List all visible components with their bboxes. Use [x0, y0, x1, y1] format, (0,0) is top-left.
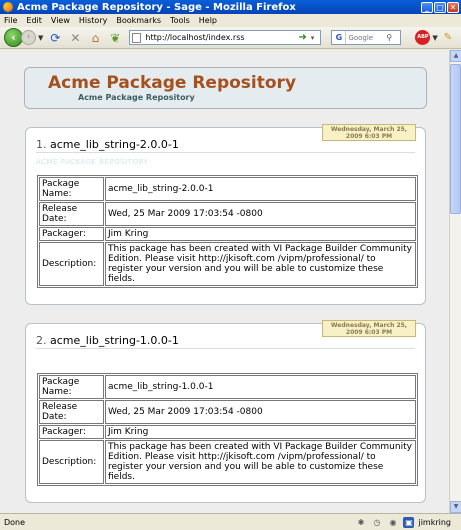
window-title: Acme Package Repository - Sage - Mozilla…: [17, 1, 296, 13]
entry-date-line1: Wednesday, March 25,: [330, 126, 408, 133]
adblock-dropdown-icon[interactable]: ▼: [432, 34, 437, 42]
entry-divider: [36, 348, 415, 349]
row-value: Wed, 25 Mar 2009 17:03:54 -0800: [105, 400, 416, 424]
menu-bookmarks[interactable]: Bookmarks: [116, 16, 161, 25]
entry-ghost-text: ACME PACKAGE REPOSITORY: [36, 158, 149, 166]
url-dropdown-icon[interactable]: ▾: [311, 34, 315, 42]
row-value: acme_lib_string-2.0.0-1: [105, 177, 416, 201]
navigation-toolbar: ‹ › ▼ ⟳ ✕ ⌂ ❦ ➜ ▾ G ⚲ ABP ▼ ✎: [0, 27, 461, 49]
row-value: Jim Kring: [105, 425, 416, 439]
url-input[interactable]: [145, 33, 296, 42]
scroll-down-icon[interactable]: ▼: [450, 501, 461, 513]
row-key: Package Name:: [39, 375, 104, 399]
table-row: Packager: Jim Kring: [39, 425, 416, 439]
window-titlebar: Acme Package Repository - Sage - Mozilla…: [0, 0, 461, 14]
table-row: Release Date: Wed, 25 Mar 2009 17:03:54 …: [39, 400, 416, 424]
row-key: Description:: [39, 440, 104, 484]
entry-number: 2.: [36, 334, 47, 347]
menu-bar: File Edit View History Bookmarks Tools H…: [0, 14, 461, 26]
page-title: Acme Package Repository: [48, 73, 297, 93]
entry-date-badge: Wednesday, March 25, 2009 6:03 PM: [322, 124, 416, 141]
row-key: Packager:: [39, 425, 104, 439]
close-button[interactable]: ✕: [447, 1, 459, 13]
table-row: Packager: Jim Kring: [39, 227, 416, 241]
maximize-button[interactable]: □: [434, 1, 446, 13]
history-dropdown-icon[interactable]: ▼: [38, 34, 43, 42]
row-value: Jim Kring: [105, 227, 416, 241]
menu-edit[interactable]: Edit: [26, 16, 42, 25]
sage-leaf-icon[interactable]: ❦: [107, 30, 123, 46]
clock-icon[interactable]: ◷: [371, 517, 382, 528]
table-row: Release Date: Wed, 25 Mar 2009 17:03:54 …: [39, 202, 416, 226]
entry-date-line2: 2009 6:03 PM: [345, 329, 393, 336]
status-username: jimkring: [418, 517, 451, 527]
entry-date-badge: Wednesday, March 25, 2009 6:03 PM: [322, 320, 416, 337]
url-bar[interactable]: ➜ ▾: [129, 30, 322, 45]
home-icon[interactable]: ⌂: [87, 30, 103, 46]
status-text: Done: [4, 517, 26, 527]
entry-divider: [36, 152, 415, 153]
extension-icon[interactable]: ✎: [444, 32, 452, 43]
menu-help[interactable]: Help: [199, 16, 217, 25]
row-key: Release Date:: [39, 400, 104, 424]
page-icon: [132, 32, 142, 43]
addon-icon[interactable]: ◉: [387, 517, 398, 528]
menu-tools[interactable]: Tools: [170, 16, 190, 25]
table-row: Description: This package has been creat…: [39, 242, 416, 286]
scrollbar-thumb[interactable]: [450, 64, 461, 214]
entry-heading[interactable]: 1. acme_lib_string-2.0.0-1: [36, 138, 179, 151]
scroll-up-icon[interactable]: ▲: [450, 50, 461, 62]
search-icon[interactable]: ⚲: [386, 33, 392, 42]
puzzle-icon[interactable]: ✱: [355, 517, 366, 528]
feed-entry: Wednesday, March 25, 2009 6:03 PM 1. acm…: [25, 124, 426, 305]
site-header: Acme Package Repository Acme Package Rep…: [24, 67, 427, 109]
entry-details-table: Package Name: acme_lib_string-2.0.0-1 Re…: [37, 175, 418, 288]
row-value: acme_lib_string-1.0.0-1: [105, 375, 416, 399]
content-viewport: Acme Package Repository Acme Package Rep…: [0, 50, 449, 513]
messenger-icon[interactable]: ▣: [403, 516, 415, 528]
vertical-scrollbar[interactable]: ▲ ▼: [449, 50, 461, 513]
row-value: This package has been created with VI Pa…: [105, 242, 416, 286]
entry-number: 1.: [36, 138, 47, 151]
search-input[interactable]: [346, 33, 387, 42]
status-bar: Done ✱ ◷ ◉ ▣ jimkring: [0, 513, 461, 530]
entry-date-line1: Wednesday, March 25,: [330, 322, 408, 329]
reload-icon[interactable]: ⟳: [47, 30, 63, 46]
entry-title-link[interactable]: acme_lib_string-1.0.0-1: [50, 334, 179, 347]
feed-entry: Wednesday, March 25, 2009 6:03 PM 2. acm…: [25, 320, 426, 503]
row-key: Description:: [39, 242, 104, 286]
entry-heading[interactable]: 2. acme_lib_string-1.0.0-1: [36, 334, 179, 347]
page-subtitle: Acme Package Repository: [78, 93, 195, 102]
entry-details-table: Package Name: acme_lib_string-1.0.0-1 Re…: [37, 373, 418, 486]
menu-history[interactable]: History: [79, 16, 107, 25]
table-row: Description: This package has been creat…: [39, 440, 416, 484]
table-row: Package Name: acme_lib_string-1.0.0-1: [39, 375, 416, 399]
minimize-button[interactable]: _: [421, 1, 433, 13]
forward-button[interactable]: ›: [21, 30, 36, 45]
table-row: Package Name: acme_lib_string-2.0.0-1: [39, 177, 416, 201]
entry-date-line2: 2009 6:03 PM: [345, 133, 393, 140]
row-key: Release Date:: [39, 202, 104, 226]
go-icon[interactable]: ➜: [298, 32, 306, 43]
row-value: This package has been created with VI Pa…: [105, 440, 416, 484]
row-key: Packager:: [39, 227, 104, 241]
stop-icon[interactable]: ✕: [67, 30, 83, 46]
menu-file[interactable]: File: [4, 16, 17, 25]
menu-view[interactable]: View: [51, 16, 70, 25]
entry-title-link[interactable]: acme_lib_string-2.0.0-1: [50, 138, 179, 151]
firefox-icon: [3, 2, 13, 12]
google-icon[interactable]: G: [332, 31, 347, 44]
search-bar[interactable]: G ⚲: [331, 30, 402, 45]
adblock-icon[interactable]: ABP: [415, 30, 431, 45]
row-value: Wed, 25 Mar 2009 17:03:54 -0800: [105, 202, 416, 226]
row-key: Package Name:: [39, 177, 104, 201]
